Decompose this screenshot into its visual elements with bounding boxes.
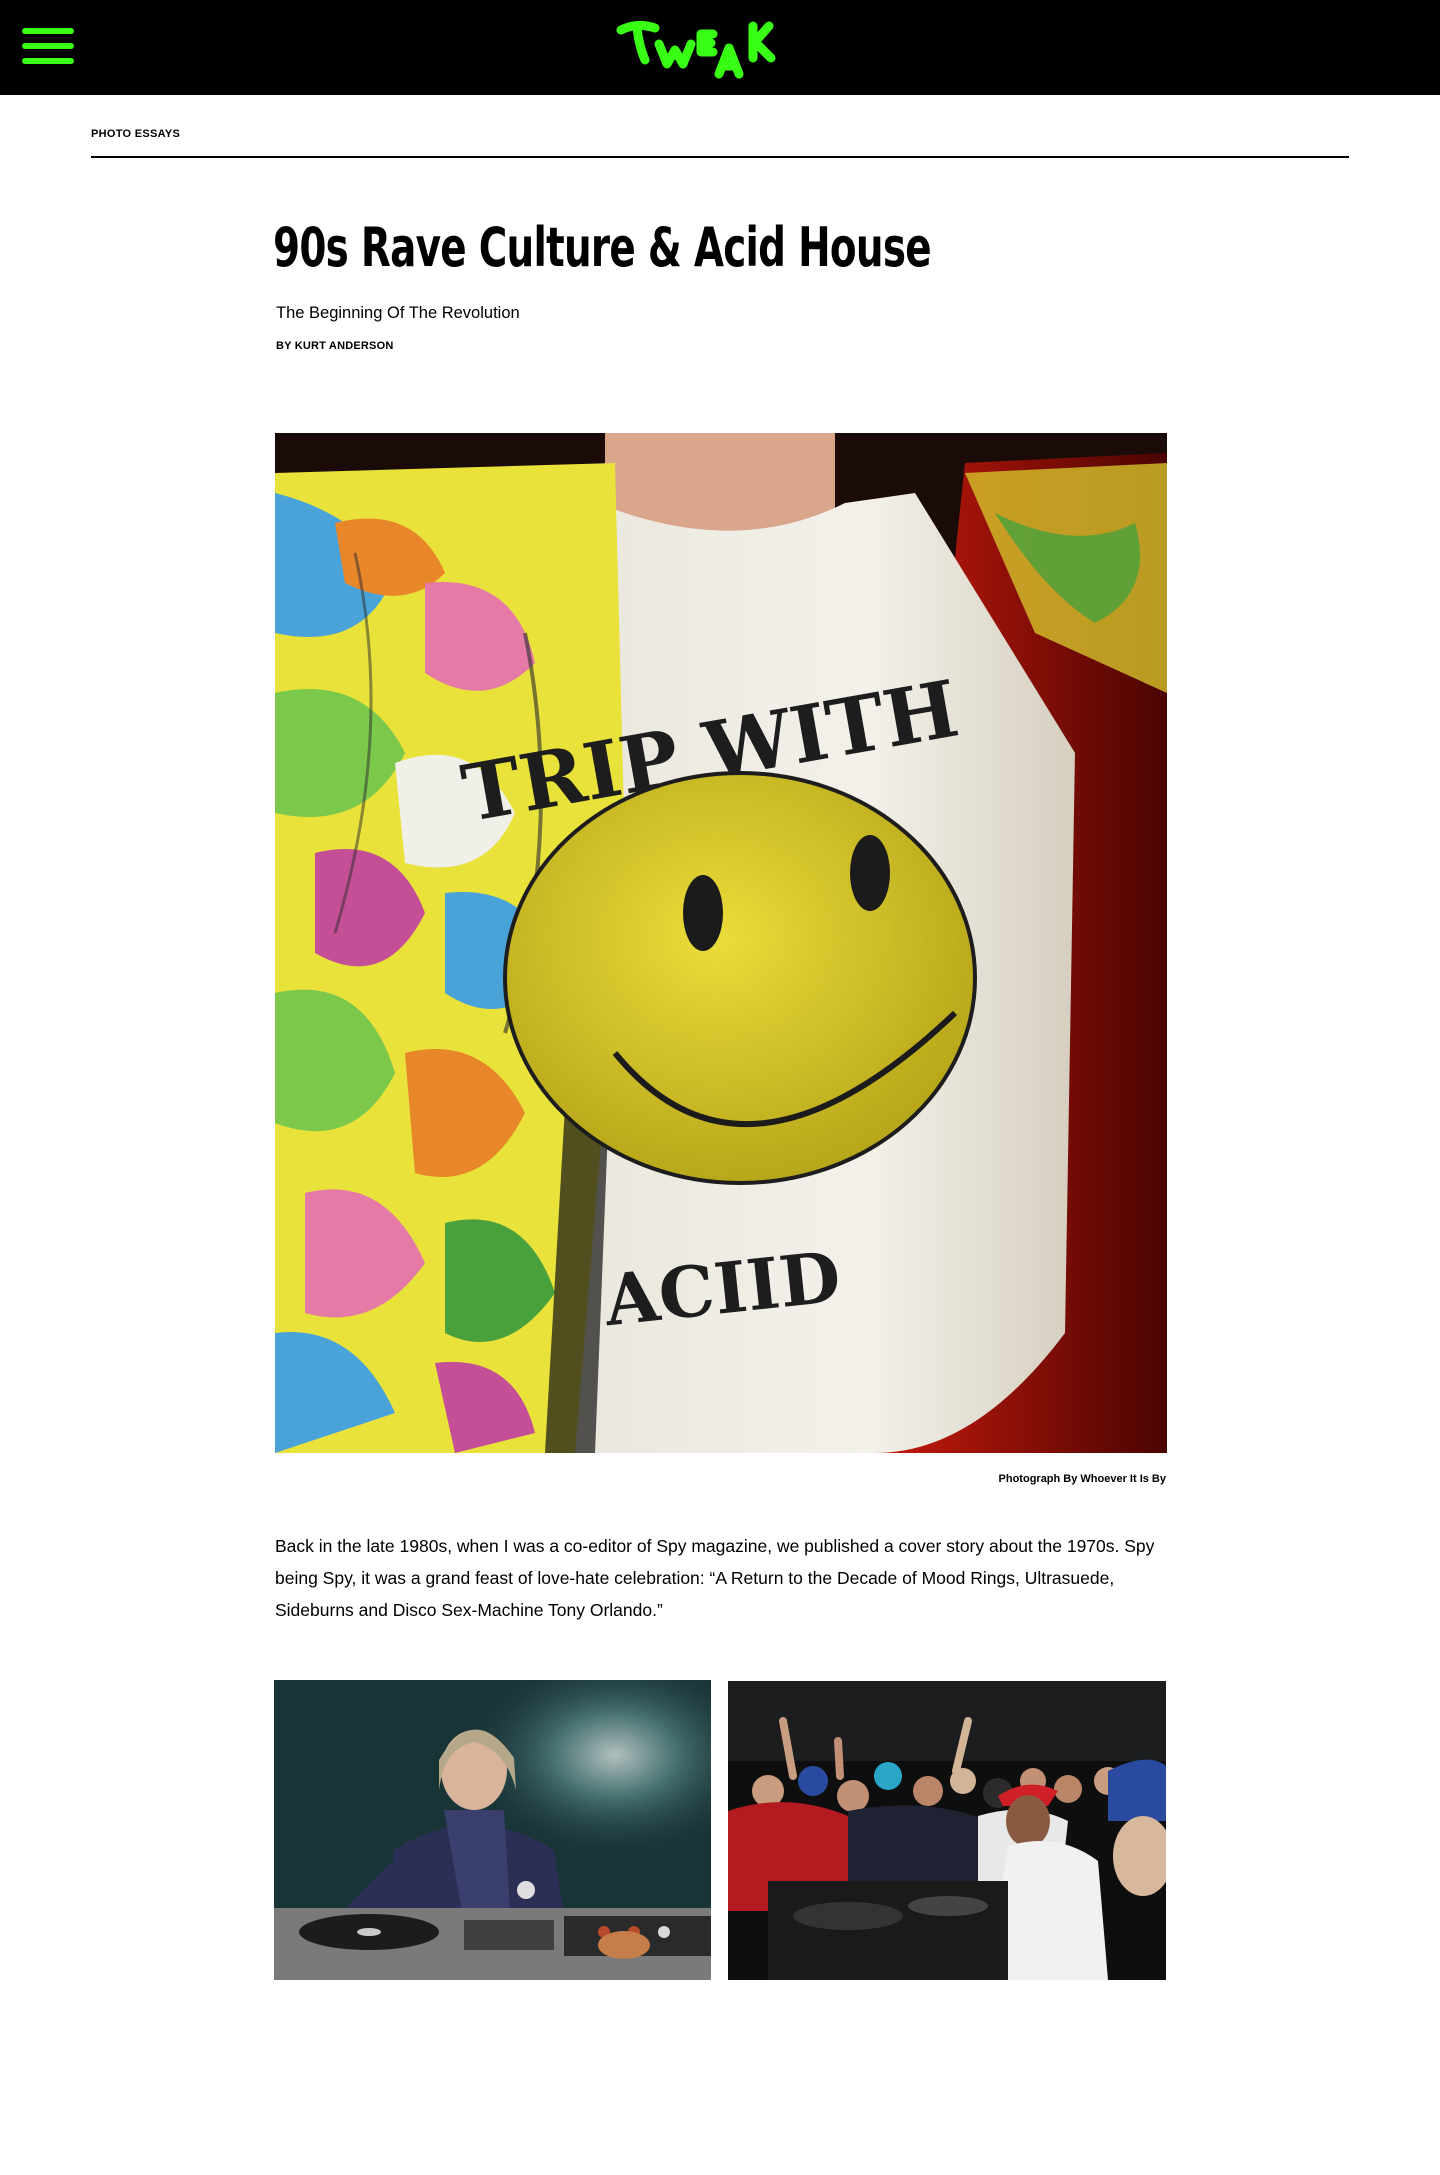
hero-image: TRIP WITH ACIID [275,433,1167,1453]
hamburger-menu-icon[interactable] [22,28,74,64]
site-logo[interactable] [615,14,815,80]
photo-credit: Photograph By Whoever It Is By [998,1473,1166,1485]
article-byline[interactable]: BY KURT ANDERSON [276,340,394,352]
section-divider [91,156,1349,158]
section-label[interactable]: PHOTO ESSAYS [91,128,180,140]
rave-crowd-photo [728,1681,1166,1980]
dj-photo [274,1680,711,1980]
article-body-paragraph: Back in the late 1980s, when I was a co-… [275,1536,1155,1620]
article-title: 90s Rave Culture & Acid House [273,216,932,279]
site-header [0,0,1440,95]
article-subtitle: The Beginning Of The Revolution [276,304,520,322]
